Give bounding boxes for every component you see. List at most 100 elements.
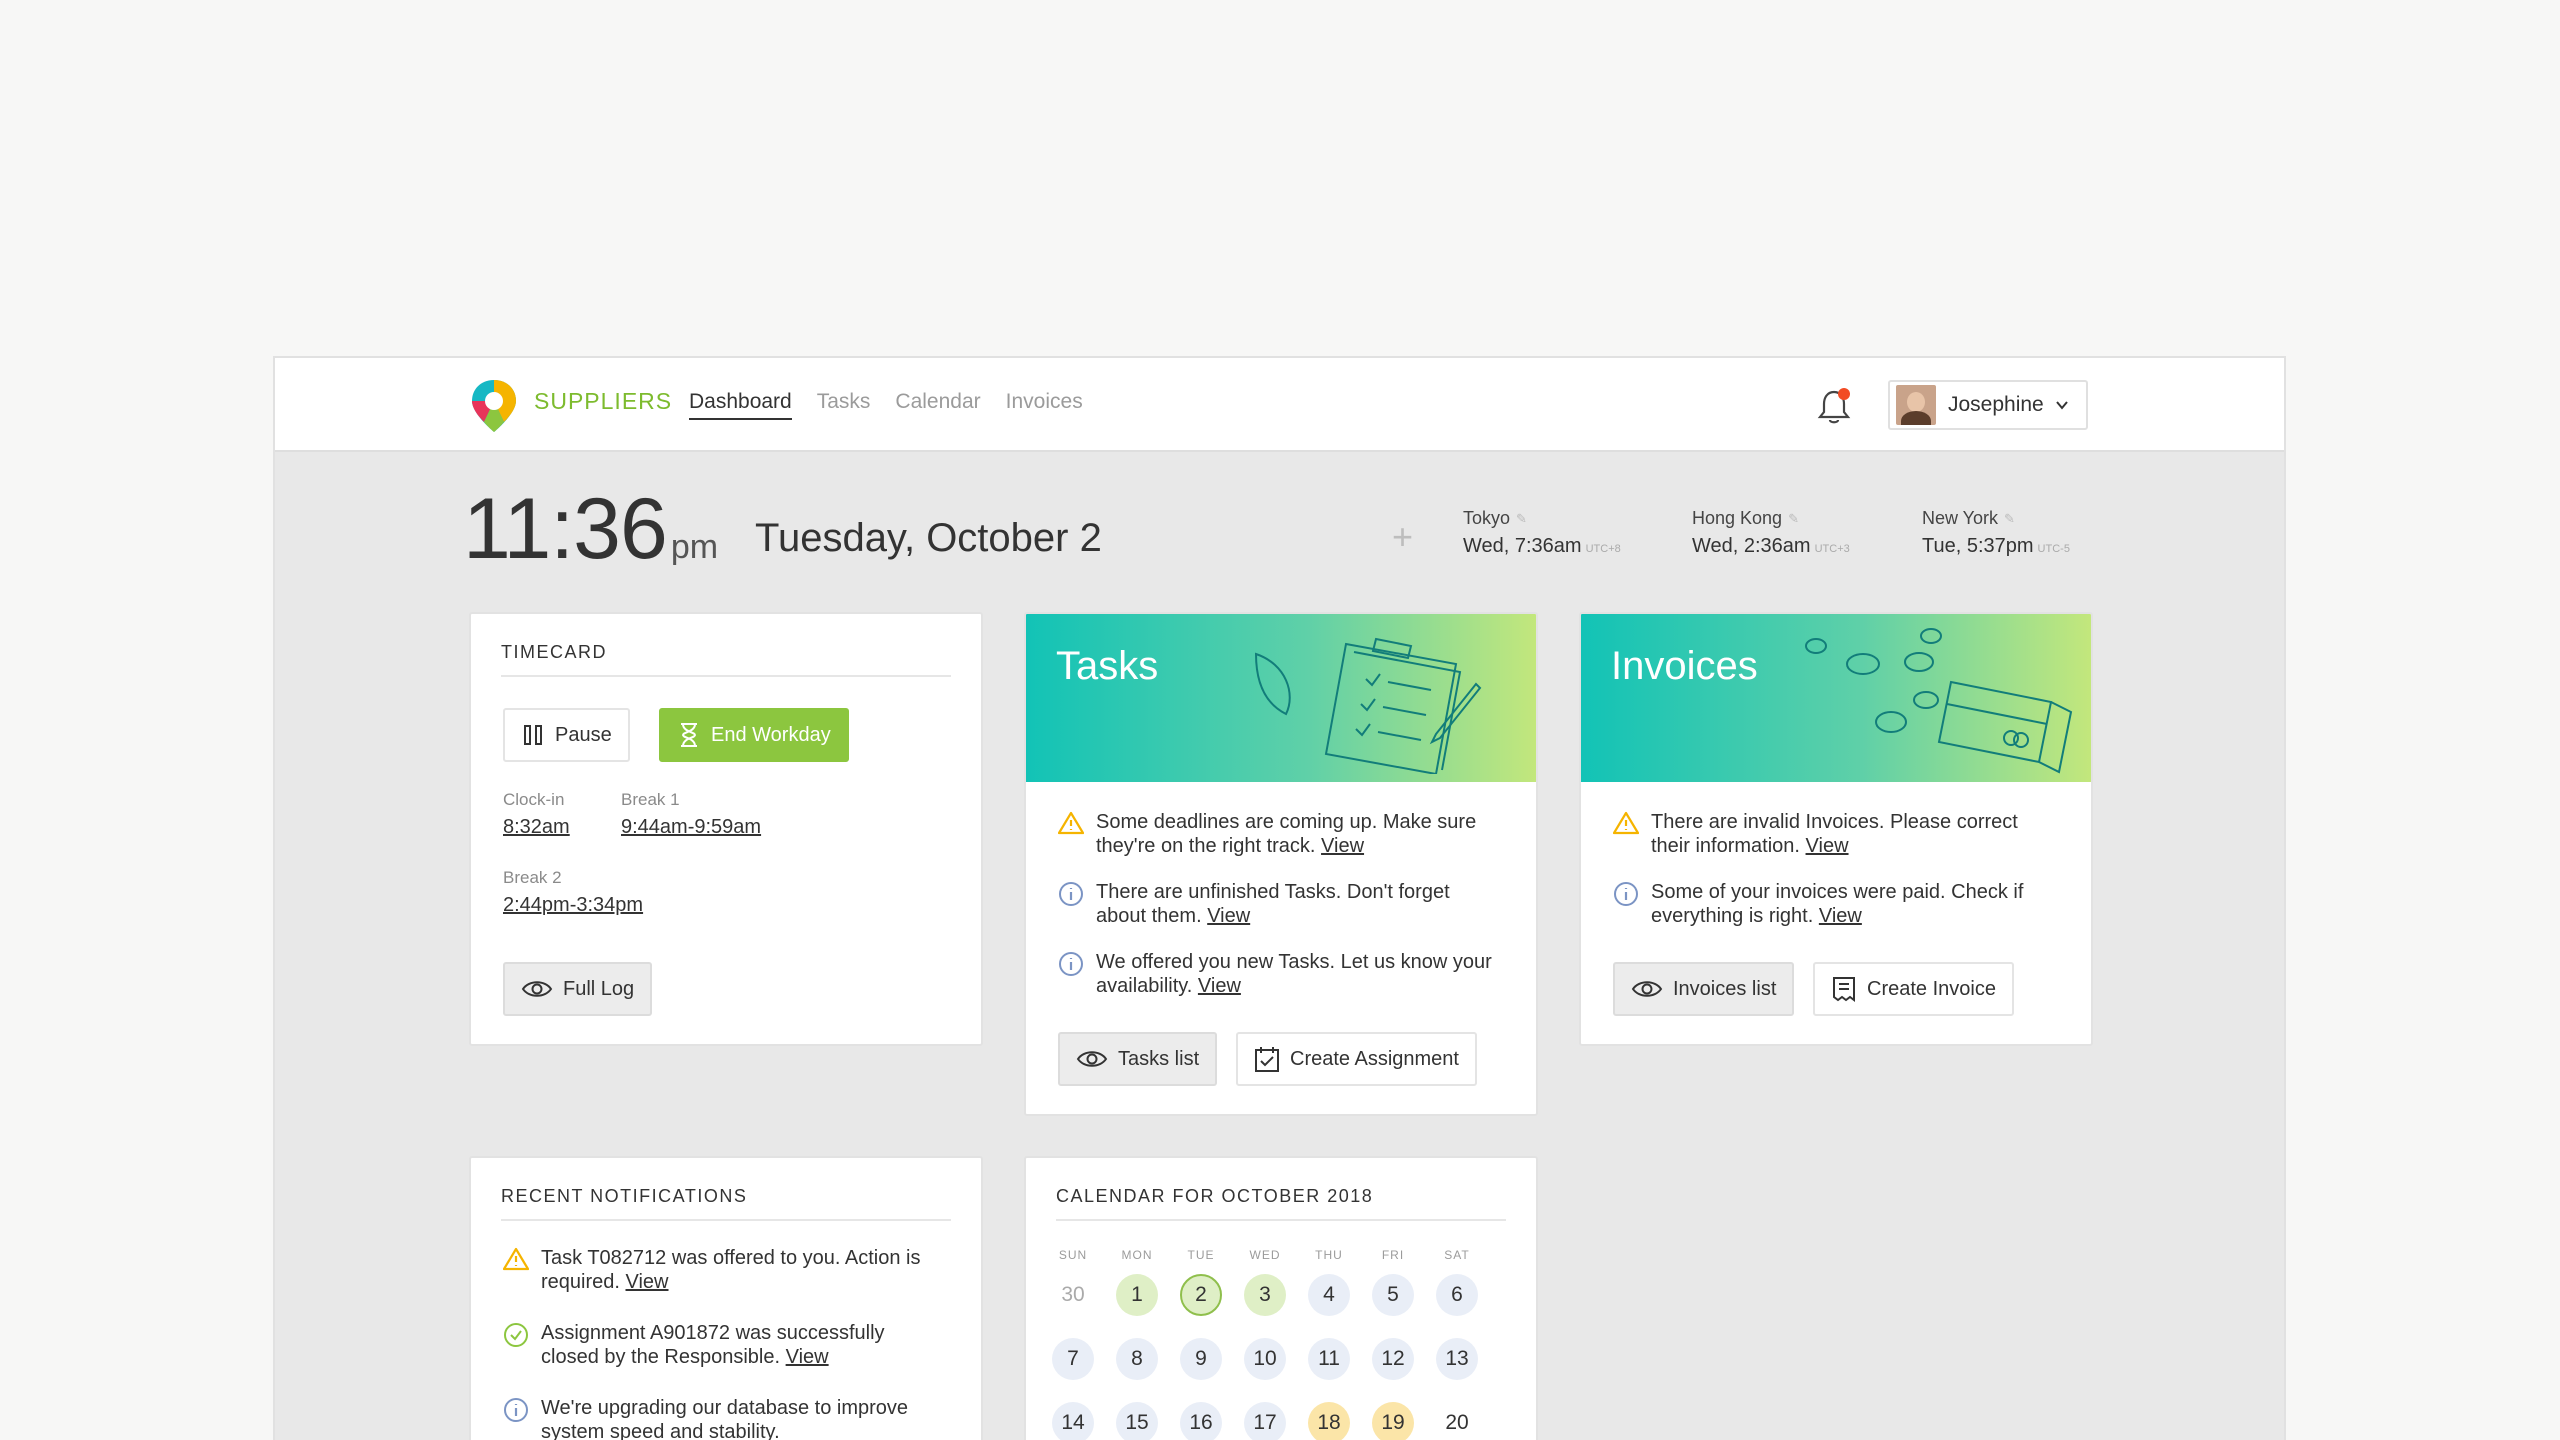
calendar-day-prev-month: 30 xyxy=(1061,1283,1085,1306)
avatar xyxy=(1896,385,1936,425)
warning-icon xyxy=(1058,811,1084,835)
pencil-icon[interactable]: ✎ xyxy=(1516,511,1527,527)
create-invoice-button[interactable]: Create Invoice xyxy=(1813,962,2014,1016)
hourglass-icon xyxy=(681,723,697,747)
timezone-hong-kong: Hong Kong ✎ Wed, 2:36am UTC+3 xyxy=(1692,508,1850,558)
nav-tasks[interactable]: Tasks xyxy=(817,390,871,420)
timecard-card: TIMECARD Pause End Workday Clock-in 8:32… xyxy=(469,612,983,1046)
eye-icon xyxy=(521,981,553,997)
info-icon xyxy=(1059,882,1083,906)
time-ampm: pm xyxy=(670,528,719,566)
pause-icon xyxy=(524,725,542,745)
notification-item: Assignment A901872 was successfully clos… xyxy=(503,1321,943,1369)
calendar-day-today[interactable]: 2 xyxy=(1180,1274,1222,1316)
create-invoice-label: Create Invoice xyxy=(1867,977,1996,1000)
tasks-list-label: Tasks list xyxy=(1118,1047,1200,1070)
timecard-title: TIMECARD xyxy=(501,614,951,677)
warning-icon xyxy=(503,1247,529,1271)
eye-icon xyxy=(1631,981,1663,997)
weekday-wed: WED xyxy=(1249,1248,1281,1262)
view-link[interactable]: View xyxy=(626,1271,669,1293)
tasks-list-button[interactable]: Tasks list xyxy=(1058,1032,1218,1086)
calendar-day[interactable]: 12 xyxy=(1372,1338,1414,1380)
calendar-day[interactable]: 10 xyxy=(1244,1338,1286,1380)
user-menu[interactable]: Josephine xyxy=(1888,380,2088,430)
timezone-datetime: Wed, 7:36am xyxy=(1463,535,1582,557)
weekday-tue: TUE xyxy=(1187,1248,1215,1262)
view-link[interactable]: View xyxy=(786,1346,829,1368)
view-link[interactable]: View xyxy=(1819,905,1862,927)
full-log-button[interactable]: Full Log xyxy=(503,962,653,1016)
clockin-value[interactable]: 8:32am xyxy=(503,816,570,839)
timezone-utc: UTC+8 xyxy=(1585,543,1621,555)
calendar-card: CALENDAR FOR OCTOBER 2018 SUN MON TUE WE… xyxy=(1024,1156,1538,1440)
end-workday-label: End Workday xyxy=(711,723,831,746)
calendar-day[interactable]: 13 xyxy=(1436,1338,1478,1380)
break1-value[interactable]: 9:44am-9:59am xyxy=(621,816,761,839)
calendar-day[interactable]: 11 xyxy=(1308,1338,1350,1380)
tasks-banner: Tasks xyxy=(1026,614,1536,782)
pencil-icon[interactable]: ✎ xyxy=(2004,511,2015,527)
calendar-day[interactable]: 9 xyxy=(1180,1338,1222,1380)
current-date: Tuesday, October 2 xyxy=(755,516,1102,560)
notifications-button[interactable] xyxy=(1816,386,1852,426)
view-link[interactable]: View xyxy=(1806,835,1849,857)
invoices-card: Invoices There are invalid Invoices. Ple… xyxy=(1579,612,2093,1046)
notification-text: Task T082712 was offered to you. Action … xyxy=(541,1247,921,1293)
nav-invoices[interactable]: Invoices xyxy=(1006,390,1083,420)
calendar-day[interactable]: 3 xyxy=(1244,1274,1286,1316)
create-assignment-button[interactable]: Create Assignment xyxy=(1236,1032,1477,1086)
create-assignment-label: Create Assignment xyxy=(1290,1047,1459,1070)
message-text: We offered you new Tasks. Let us know yo… xyxy=(1096,951,1492,997)
timezone-utc: UTC+3 xyxy=(1814,543,1850,555)
calendar-day[interactable]: 1 xyxy=(1116,1274,1158,1316)
weekday-thu: THU xyxy=(1315,1248,1343,1262)
pause-label: Pause xyxy=(555,723,612,746)
calendar-day[interactable]: 4 xyxy=(1308,1274,1350,1316)
invoices-list-button[interactable]: Invoices list xyxy=(1613,962,1795,1016)
clockin-label: Clock-in xyxy=(503,790,565,809)
calendar-day[interactable]: 8 xyxy=(1116,1338,1158,1380)
tasks-message-warning: Some deadlines are coming up. Make sure … xyxy=(1058,810,1498,858)
view-link[interactable]: View xyxy=(1321,835,1364,857)
notification-text: Assignment A901872 was successfully clos… xyxy=(541,1322,885,1368)
calendar-day[interactable]: 5 xyxy=(1372,1274,1414,1316)
weekday-sat: SAT xyxy=(1444,1248,1470,1262)
calendar-day[interactable]: 15 xyxy=(1116,1402,1158,1440)
break2-value[interactable]: 2:44pm-3:34pm xyxy=(503,894,643,917)
info-icon xyxy=(504,1398,528,1422)
weekday-sun: SUN xyxy=(1058,1248,1088,1262)
calendar-day[interactable]: 14 xyxy=(1052,1402,1094,1440)
pencil-icon[interactable]: ✎ xyxy=(1788,511,1799,527)
clipboard-illustration-icon xyxy=(1254,637,1482,774)
check-circle-icon xyxy=(504,1323,528,1347)
calendar-day[interactable]: 19 xyxy=(1372,1402,1414,1440)
timezone-utc: UTC-5 xyxy=(2037,543,2070,555)
calendar-day[interactable]: 7 xyxy=(1052,1338,1094,1380)
calendar-day[interactable]: 18 xyxy=(1308,1402,1350,1440)
user-name: Josephine xyxy=(1948,393,2044,416)
notification-dot xyxy=(1838,388,1850,400)
tasks-message-info: There are unfinished Tasks. Don't forget… xyxy=(1058,880,1498,928)
calendar-day[interactable]: 6 xyxy=(1436,1274,1478,1316)
timezone-new-york: New York ✎ Tue, 5:37pm UTC-5 xyxy=(1922,508,2070,558)
calendar-day[interactable]: 16 xyxy=(1180,1402,1222,1440)
nav-dashboard[interactable]: Dashboard xyxy=(689,390,792,420)
weekday-fri: FRI xyxy=(1381,1248,1405,1262)
timezone-datetime: Tue, 5:37pm xyxy=(1922,535,2034,557)
calendar-check-icon xyxy=(1255,1047,1279,1072)
invoices-list-label: Invoices list xyxy=(1673,977,1777,1000)
nav-calendar[interactable]: Calendar xyxy=(895,390,980,420)
chevron-down-icon xyxy=(2055,401,2068,410)
add-timezone-button[interactable]: + xyxy=(1392,516,1413,558)
timezone-city: Hong Kong xyxy=(1692,508,1783,528)
break1-label: Break 1 xyxy=(621,790,680,809)
calendar-day[interactable]: 20 xyxy=(1436,1402,1478,1440)
pause-button[interactable]: Pause xyxy=(503,708,630,762)
end-workday-button[interactable]: End Workday xyxy=(659,708,849,762)
view-link[interactable]: View xyxy=(1207,905,1250,927)
full-log-label: Full Log xyxy=(563,977,635,1000)
calendar-day[interactable]: 17 xyxy=(1244,1402,1286,1440)
recent-notifications-card: RECENT NOTIFICATIONS Task T082712 was of… xyxy=(469,1156,983,1440)
view-link[interactable]: View xyxy=(1198,975,1241,997)
